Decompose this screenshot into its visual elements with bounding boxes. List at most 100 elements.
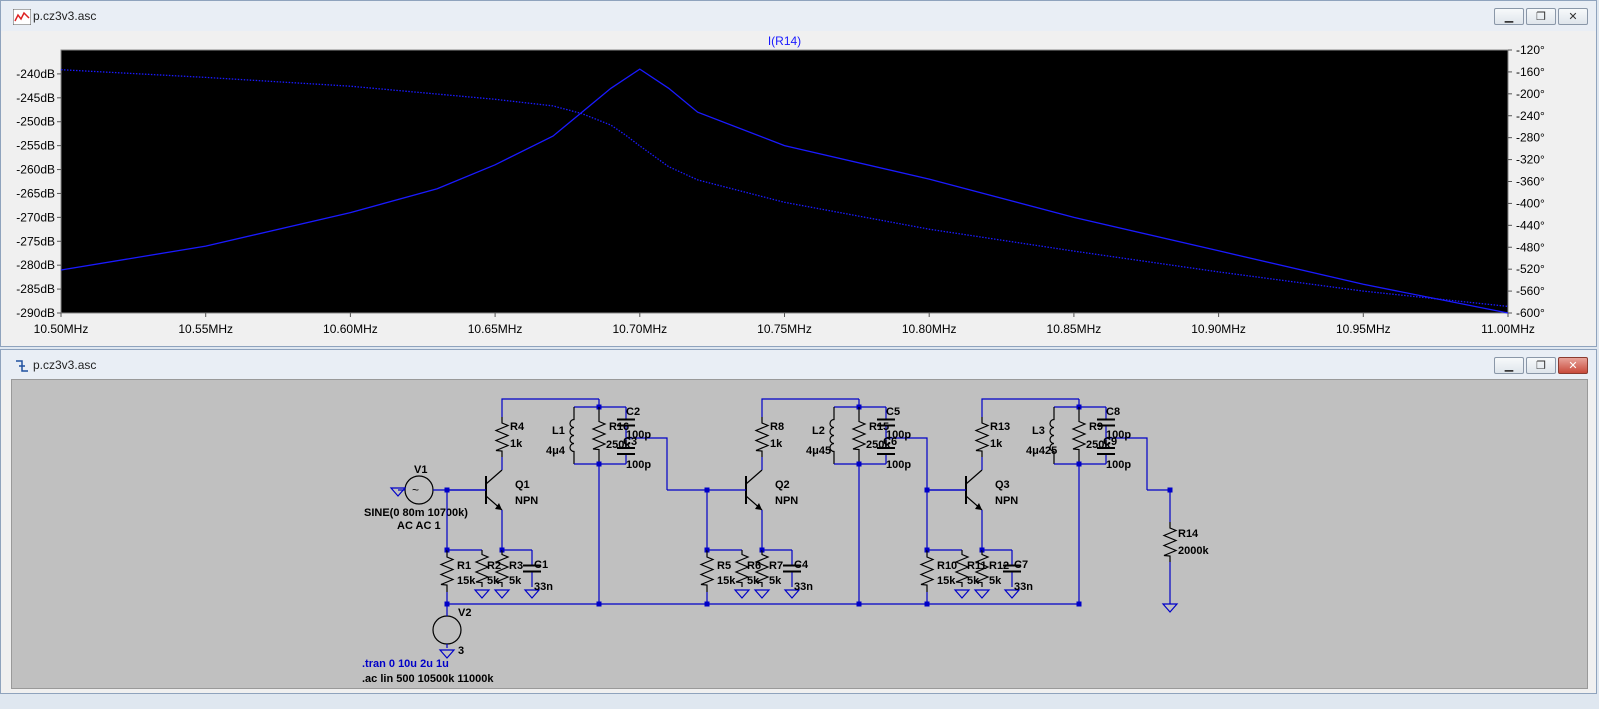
- label-L2: L2: [812, 425, 825, 437]
- value-R6: 5k: [747, 575, 760, 587]
- plot-pane[interactable]: I(R14) 10.50MHz 10.55MHz 10.60MHz 10.65MHz 10…: [11, 33, 1588, 344]
- y-right-tick-label: -200°: [1516, 87, 1545, 101]
- x-tick-label: 10.90MHz: [1191, 322, 1246, 336]
- v1-label: V1: [414, 464, 427, 476]
- y-right-tick-label: -480°: [1516, 240, 1545, 254]
- v1-ac: AC AC 1: [397, 520, 441, 532]
- ac-directive: .ac lin 500 10500k 11000k: [362, 673, 494, 685]
- label-R13: R13: [990, 421, 1010, 433]
- label-R9: R9: [1089, 421, 1103, 433]
- y-right-tick-label: -160°: [1516, 65, 1545, 79]
- label-C1: C1: [534, 559, 548, 571]
- value-R3: 5k: [509, 575, 522, 587]
- value-C7: 33n: [1014, 581, 1033, 593]
- maximize-close-button[interactable]: ✕: [1558, 8, 1588, 25]
- close-button[interactable]: ✕: [1558, 357, 1588, 374]
- chart[interactable]: I(R14) 10.50MHz 10.55MHz 10.60MHz 10.65MHz 10…: [11, 33, 1588, 344]
- restore-button[interactable]: ❐: [1526, 8, 1556, 25]
- restore-button[interactable]: ❐: [1526, 357, 1556, 374]
- npn-label: NPN: [995, 495, 1018, 507]
- schematic-drawing[interactable]: ~ V1 SINE(0 80m 10700k)AC AC 1 V2 3 R4 1k Q1 NPN…: [12, 380, 1587, 688]
- y-left-tick-label: -265dB: [16, 186, 55, 200]
- y-left-tick-label: -290dB: [16, 306, 55, 320]
- value-R10: 15k: [937, 575, 956, 587]
- value-L1: 4μ4: [546, 445, 566, 457]
- window-icon: ✕: [1568, 10, 1578, 23]
- wire: [981, 398, 1079, 417]
- label-Q1: Q1: [515, 479, 530, 491]
- y-right-tick-label: -600°: [1516, 306, 1545, 320]
- npn-transistor: [485, 469, 503, 485]
- resistor-R8: [754, 417, 770, 457]
- plot-window-title: p.cz3v3.asc: [33, 9, 97, 23]
- restore-icon: ❐: [1536, 10, 1546, 23]
- label-Q2: Q2: [775, 479, 790, 491]
- resistor-R4: [494, 417, 510, 457]
- y-right-tick-label: -240°: [1516, 109, 1545, 123]
- close-icon: ✕: [1568, 359, 1578, 372]
- label-C4: C4: [794, 559, 809, 571]
- schematic-canvas[interactable]: ~ V1 SINE(0 80m 10700k) AC AC 1 V2 3 R4 1k Q1 NPN…: [11, 379, 1588, 689]
- v2-value: 3: [458, 645, 464, 657]
- v2-source: [432, 615, 462, 645]
- schematic-window-titlebar[interactable]: p.cz3v3.asc ▁ ❐ ✕: [1, 350, 1596, 380]
- y-right-tick-label: -320°: [1516, 153, 1545, 167]
- wire: [501, 398, 599, 417]
- value-C9: 100p: [1106, 459, 1131, 471]
- y-left-tick-label: -260dB: [16, 163, 55, 177]
- y-left-tick-label: -255dB: [16, 139, 55, 153]
- label-C8: C8: [1106, 406, 1120, 418]
- y-left-tick-label: -280dB: [16, 258, 55, 272]
- value-R2: 5k: [487, 575, 500, 587]
- plot-window-titlebar[interactable]: p.cz3v3.asc ▁ ❐ ✕: [1, 1, 1596, 31]
- label-R5: R5: [717, 560, 731, 572]
- label-R7: R7: [769, 560, 783, 572]
- value-R4: 1k: [510, 438, 523, 450]
- y-left-tick-label: -270dB: [16, 210, 55, 224]
- label-R3: R3: [509, 560, 523, 572]
- value-L3: 4μ425: [1026, 445, 1057, 457]
- restore-icon: ❐: [1536, 359, 1546, 372]
- resistor-R15: [851, 407, 867, 464]
- value-R1: 15k: [457, 575, 476, 587]
- x-tick-label: 10.95MHz: [1336, 322, 1391, 336]
- value-C3: 100p: [626, 459, 651, 471]
- y-right-tick-label: -120°: [1516, 43, 1545, 57]
- label-L3: L3: [1032, 425, 1045, 437]
- value-R13: 1k: [990, 438, 1003, 450]
- ground-icon: [1161, 603, 1179, 613]
- ground-icon: [973, 589, 991, 599]
- y-left-tick-label: -285dB: [16, 282, 55, 296]
- ground-icon: [493, 589, 511, 599]
- label-L1: L1: [552, 425, 565, 437]
- label-C6: C6: [883, 436, 897, 448]
- label-R8: R8: [770, 421, 784, 433]
- minimize-button[interactable]: ▁: [1494, 357, 1524, 374]
- x-tick-label: 10.55MHz: [178, 322, 233, 336]
- y-left-tick-label: -250dB: [16, 115, 55, 129]
- npn-label: NPN: [775, 495, 798, 507]
- minimize-button[interactable]: ▁: [1494, 8, 1524, 25]
- x-tick-label: 10.50MHz: [34, 322, 89, 336]
- label-R4: R4: [510, 421, 525, 433]
- resistor-R13: [974, 417, 990, 457]
- plot-window[interactable]: p.cz3v3.asc ▁ ❐ ✕ I(R14) 10.50MHz 10.55MHz…: [0, 0, 1597, 347]
- y-left-tick-label: -240dB: [16, 67, 55, 81]
- value-R8: 1k: [770, 438, 783, 450]
- chart-title: I(R14): [768, 34, 801, 48]
- v1-value: SINE(0 80m 10700k): [364, 507, 468, 519]
- resistor-R14: [1162, 522, 1178, 562]
- label-C2: C2: [626, 406, 640, 418]
- y-right-tick-label: -440°: [1516, 218, 1545, 232]
- label-R12: R12: [989, 560, 1009, 572]
- y-right-tick-label: -400°: [1516, 196, 1545, 210]
- wire: [761, 398, 859, 417]
- resistor-R5: [699, 550, 715, 592]
- value-R5: 15k: [717, 575, 736, 587]
- schematic-window[interactable]: p.cz3v3.asc ▁ ❐ ✕ ~ V1 SINE(0 80m 10700k) A…: [0, 349, 1597, 694]
- x-tick-label: 10.80MHz: [902, 322, 957, 336]
- value-C4: 33n: [794, 581, 813, 593]
- minimize-icon: ▁: [1504, 359, 1514, 372]
- y-right-tick-label: -560°: [1516, 284, 1545, 298]
- label-R11: R11: [967, 560, 987, 572]
